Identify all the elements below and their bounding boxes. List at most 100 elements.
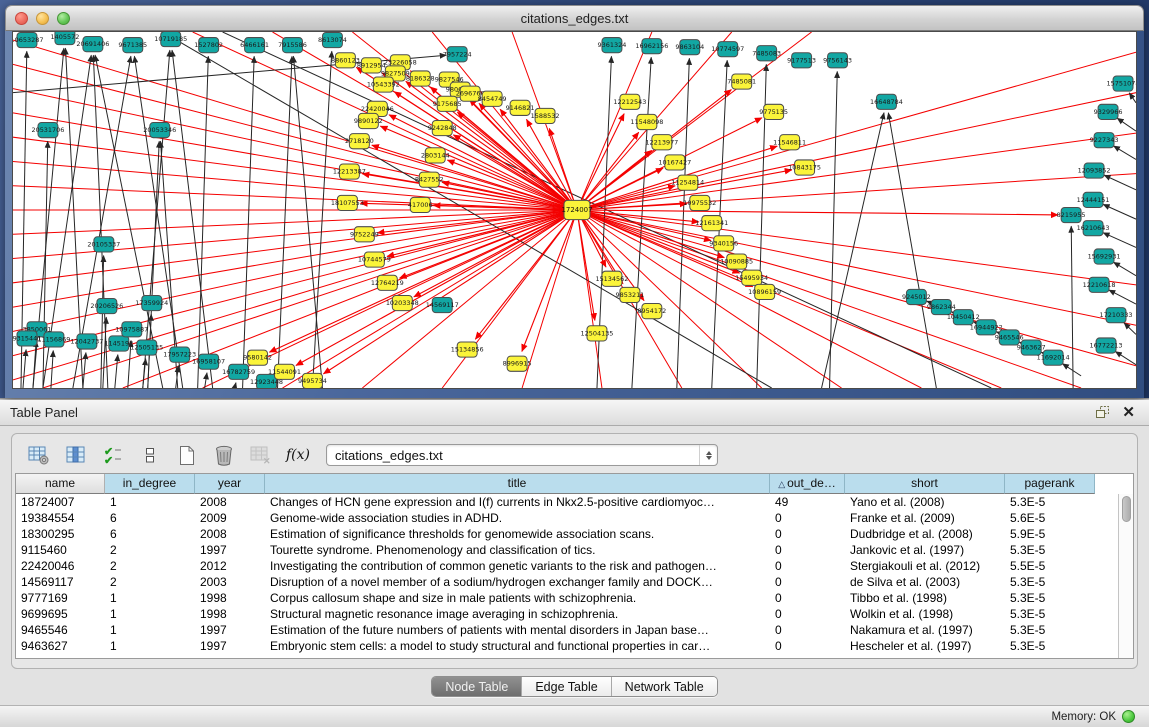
graph-edge[interactable] (888, 113, 936, 388)
graph-node[interactable]: 12161341 (695, 216, 728, 231)
graph-node[interactable]: 15692931 (1088, 249, 1121, 264)
graph-edge[interactable] (243, 56, 255, 388)
graph-node[interactable]: 9775135 (759, 104, 788, 119)
graph-edge[interactable] (13, 210, 577, 380)
graph-edge[interactable] (577, 210, 1081, 388)
graph-node[interactable]: 1405572 (50, 32, 79, 45)
table-vertical-scrollbar[interactable] (1118, 494, 1133, 658)
function-builder-button[interactable]: f(x) (285, 442, 311, 468)
graph-node[interactable]: 20206526 (90, 298, 123, 313)
graph-node[interactable]: 10774597 (711, 42, 744, 57)
graph-node[interactable]: 17210333 (1100, 308, 1133, 323)
graph-edge[interactable] (577, 52, 1136, 210)
delete-rows-button[interactable] (211, 442, 237, 468)
graph-node[interactable]: 9756143 (823, 53, 852, 68)
graph-edge[interactable] (43, 210, 577, 388)
graph-node[interactable]: 12213387 (333, 164, 366, 179)
graph-edge[interactable] (312, 51, 331, 388)
graph-node[interactable]: 9495734 (298, 373, 327, 388)
graph-node[interactable]: 15134856 (451, 342, 484, 357)
graph-edge[interactable] (23, 350, 26, 388)
graph-node[interactable]: 9340156 (709, 236, 738, 251)
graph-node[interactable]: 8613074 (318, 33, 347, 48)
graph-node[interactable]: 8954172 (637, 304, 666, 319)
graph-node[interactable]: 1724007 (561, 200, 592, 219)
graph-node[interactable]: 9853211 (615, 287, 644, 302)
column-header-short[interactable]: short (845, 474, 1005, 494)
graph-node[interactable]: 9752249 (350, 227, 379, 242)
graph-edge[interactable] (577, 210, 762, 388)
graph-node[interactable]: 17359924 (135, 295, 168, 310)
graph-node[interactable]: 9361324 (598, 38, 627, 53)
graph-edge[interactable] (1129, 93, 1136, 103)
graph-node[interactable]: 16772213 (1090, 338, 1123, 353)
column-header-in_degree[interactable]: in_degree (105, 474, 195, 494)
table-select-dropdown[interactable]: citations_edges.txt (326, 444, 718, 466)
graph-node[interactable]: 9863104 (675, 40, 704, 55)
graph-edge[interactable] (43, 141, 48, 388)
table-row[interactable]: 946362711997Embryonic stem cells: a mode… (16, 638, 1118, 654)
graph-node[interactable]: 7485081 (727, 74, 756, 89)
graph-node[interactable]: 10843175 (788, 160, 821, 175)
graph-node[interactable]: 10975887 (115, 322, 148, 337)
graph-node[interactable]: 7915586 (278, 38, 307, 53)
table-row[interactable]: 969969511998Structural magnetic resonanc… (16, 606, 1118, 622)
graph-node[interactable]: 8454749 (478, 91, 507, 106)
graph-edge[interactable] (1117, 118, 1136, 131)
network-window-titlebar[interactable]: citations_edges.txt (5, 5, 1144, 31)
tab-network-table[interactable]: Network Table (612, 677, 717, 696)
graph-node[interactable]: 12212543 (613, 94, 646, 109)
graph-node[interactable]: 15751074 (1107, 76, 1136, 91)
graph-edge[interactable] (577, 114, 624, 210)
graph-node[interactable]: 8186328 (406, 71, 435, 86)
graph-node[interactable]: 417006 (408, 197, 433, 212)
column-header-pagerank[interactable]: pagerank (1005, 474, 1095, 494)
graph-edge[interactable] (577, 210, 1136, 285)
graph-edge[interactable] (115, 355, 118, 388)
graph-edge[interactable] (1113, 262, 1136, 276)
graph-edge[interactable] (1109, 290, 1136, 304)
graph-node[interactable]: 7485083 (752, 46, 781, 61)
graph-node[interactable]: 15495934 (735, 270, 768, 285)
graph-edge[interactable] (13, 64, 577, 210)
graph-node[interactable]: 2803144 (421, 148, 450, 163)
close-panel-icon[interactable]: ✕ (1122, 405, 1135, 420)
graph-node[interactable]: 10653287 (13, 33, 43, 48)
graph-edge[interactable] (1071, 226, 1073, 388)
graph-node[interactable]: 12042737 (70, 334, 103, 349)
table-mode-button[interactable] (26, 442, 52, 468)
graph-edge[interactable] (296, 210, 577, 366)
graph-edge[interactable] (13, 161, 577, 210)
graph-node[interactable]: 11254814 (671, 175, 704, 190)
graph-node[interactable]: 11546811 (773, 135, 806, 150)
graph-node[interactable]: 9227343 (1090, 133, 1119, 148)
column-check-button[interactable]: ✔ ✔ (100, 442, 126, 468)
graph-edge[interactable] (577, 174, 1136, 210)
graph-node[interactable]: 1145193 (104, 336, 133, 351)
row-selector-button[interactable] (137, 442, 163, 468)
graph-edge[interactable] (577, 210, 842, 388)
table-row[interactable]: 946554611997Estimation of the future num… (16, 622, 1118, 638)
graph-node[interactable]: 16962156 (635, 39, 668, 54)
tab-edge-table[interactable]: Edge Table (522, 677, 611, 696)
column-header-title[interactable]: title (265, 474, 770, 494)
graph-node[interactable]: 1588532 (531, 108, 560, 123)
graph-node[interactable]: 9242848 (428, 120, 457, 135)
graph-edge[interactable] (830, 71, 838, 388)
column-header-out_de[interactable]: △out_de… (770, 474, 845, 494)
graph-edge[interactable] (1103, 233, 1136, 248)
new-table-button[interactable] (174, 442, 200, 468)
graph-node[interactable]: 8427552 (415, 172, 444, 187)
graph-edge[interactable] (143, 359, 146, 388)
table-row[interactable]: 2242004622012Investigating the contribut… (16, 558, 1118, 574)
graph-edge[interactable] (235, 383, 236, 388)
graph-node[interactable]: 10167427 (658, 155, 691, 170)
float-panel-icon[interactable] (1096, 406, 1110, 419)
table-row[interactable]: 977716911998Corpus callosum shape and si… (16, 590, 1118, 606)
graph-edge[interactable] (13, 210, 577, 356)
graph-edge[interactable] (13, 186, 577, 210)
table-row[interactable]: 1872400712008Changes of HCN gene express… (16, 494, 1118, 510)
graph-node[interactable]: 9580142 (243, 350, 272, 365)
graph-node[interactable]: 10719185 (154, 32, 187, 47)
graph-edge[interactable] (577, 93, 1136, 210)
